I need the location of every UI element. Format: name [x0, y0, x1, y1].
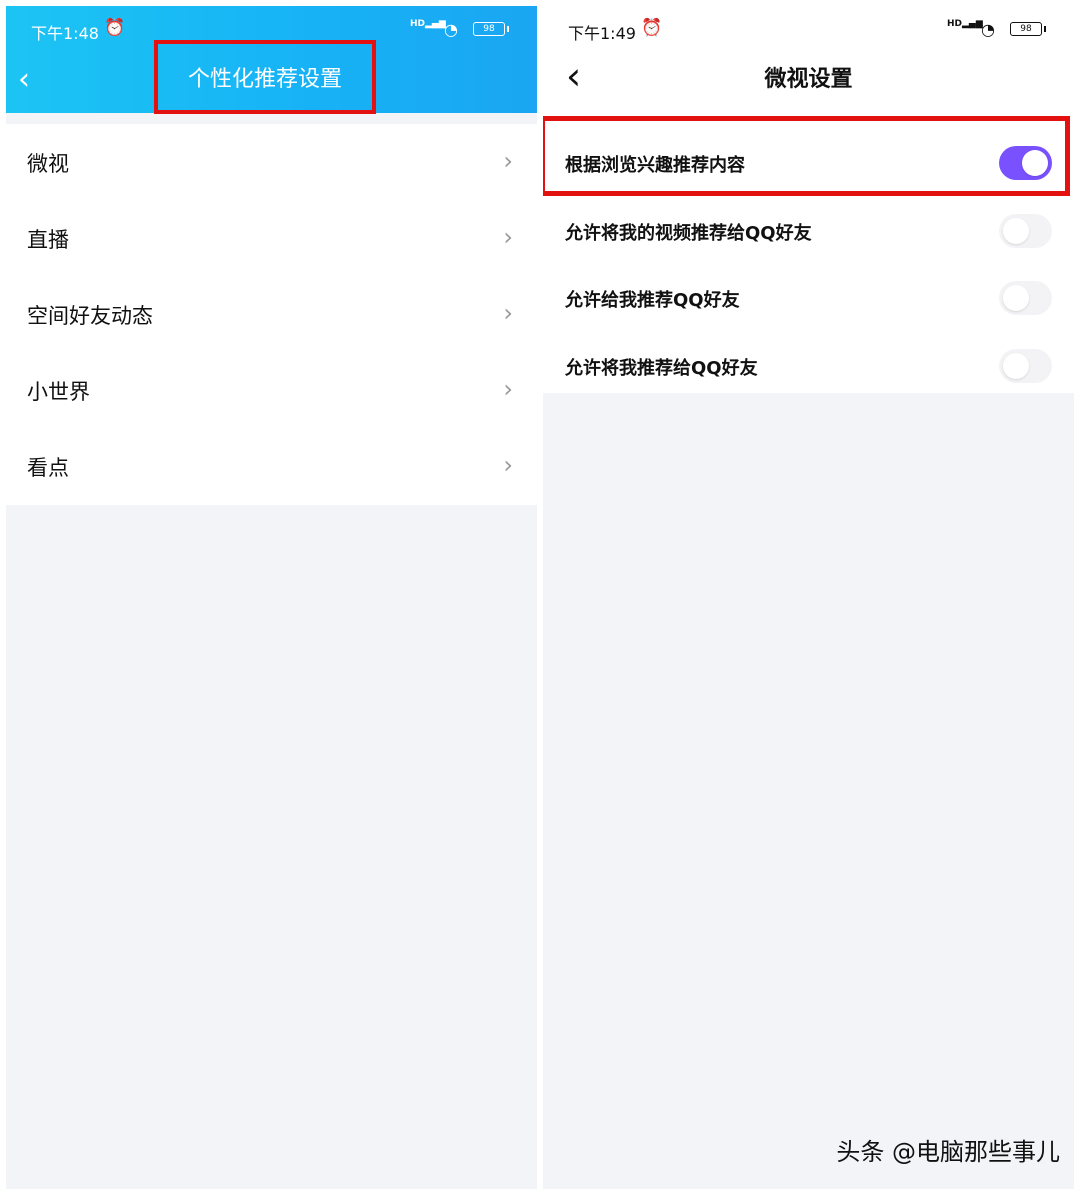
left-header: 下午1:48 ⏰ HD▂▄▆ ◔ 98 ‹ 个性化推荐设置 [6, 6, 537, 114]
list-item-label: 空间好友动态 [27, 304, 153, 328]
list-item-friends-feed[interactable]: 空间好友动态 › [6, 276, 537, 352]
list-item-label: 微视 [27, 152, 69, 176]
battery-icon: 98 [1010, 22, 1046, 36]
friend-recommend-toggle[interactable] [999, 281, 1052, 315]
setting-row-me-recommend: 允许将我推荐给QQ好友 [543, 334, 1074, 401]
list-item-live[interactable]: 直播 › [6, 200, 537, 276]
right-header: 下午1:49 ⏰ HD▂▄▆ ◔ 98 ‹ 微视设置 [543, 6, 1074, 114]
chevron-right-icon: › [503, 375, 513, 403]
alarm-icon: ⏰ [641, 18, 663, 38]
recommend-settings-list: 微视 › 直播 › 空间好友动态 › 小世界 › 看点 › [6, 124, 537, 505]
back-icon[interactable]: ‹ [18, 62, 30, 97]
left-status-time: 下午1:48 [31, 24, 99, 43]
me-recommend-toggle[interactable] [999, 349, 1052, 383]
toggle-knob [1003, 353, 1029, 379]
right-screen: 下午1:49 ⏰ HD▂▄▆ ◔ 98 ‹ 微视设置 根据浏览兴趣推荐内容 允许… [543, 6, 1074, 1189]
setting-label: 允许将我推荐给QQ好友 [565, 358, 758, 379]
setting-label: 根据浏览兴趣推荐内容 [565, 155, 745, 176]
watermark: 头条 @电脑那些事儿 [836, 1138, 1060, 1166]
interest-recommend-toggle[interactable] [999, 146, 1052, 180]
toggle-knob [1003, 285, 1029, 311]
wifi-icon: ◔ [981, 20, 995, 39]
battery-icon: 98 [473, 22, 509, 36]
chevron-right-icon: › [503, 451, 513, 479]
left-screen: 下午1:48 ⏰ HD▂▄▆ ◔ 98 ‹ 个性化推荐设置 微视 › 直播 › … [6, 6, 537, 1189]
wifi-icon: ◔ [444, 20, 458, 39]
setting-label: 允许给我推荐QQ好友 [565, 290, 740, 311]
left-page-title: 个性化推荐设置 [154, 40, 376, 114]
chevron-right-icon: › [503, 223, 513, 251]
video-recommend-toggle[interactable] [999, 214, 1052, 248]
right-page-title: 微视设置 [764, 67, 853, 92]
list-item-kandian[interactable]: 看点 › [6, 428, 537, 504]
hd-signal-icon: HD▂▄▆ [410, 19, 446, 29]
chevron-right-icon: › [503, 299, 513, 327]
setting-label: 允许将我的视频推荐给QQ好友 [565, 223, 812, 244]
alarm-icon: ⏰ [104, 18, 126, 38]
toggle-knob [1003, 218, 1029, 244]
toggle-knob [1022, 150, 1048, 176]
setting-row-video: 允许将我的视频推荐给QQ好友 [543, 199, 1074, 266]
hd-signal-icon: HD▂▄▆ [947, 19, 983, 29]
list-item-label: 小世界 [27, 380, 90, 404]
setting-row-friend-recommend: 允许给我推荐QQ好友 [543, 266, 1074, 333]
right-status-time: 下午1:49 [568, 24, 636, 43]
right-status-bar: 下午1:49 ⏰ HD▂▄▆ ◔ 98 [543, 6, 1074, 50]
list-item-weishi[interactable]: 微视 › [6, 124, 537, 200]
setting-row-interest: 根据浏览兴趣推荐内容 [543, 131, 1074, 198]
list-item-label: 看点 [27, 456, 69, 480]
chevron-right-icon: › [503, 147, 513, 175]
weishi-settings-list: 根据浏览兴趣推荐内容 允许将我的视频推荐给QQ好友 允许给我推荐QQ好友 允许将… [543, 114, 1074, 393]
list-item-small-world[interactable]: 小世界 › [6, 352, 537, 428]
list-item-label: 直播 [27, 228, 69, 252]
